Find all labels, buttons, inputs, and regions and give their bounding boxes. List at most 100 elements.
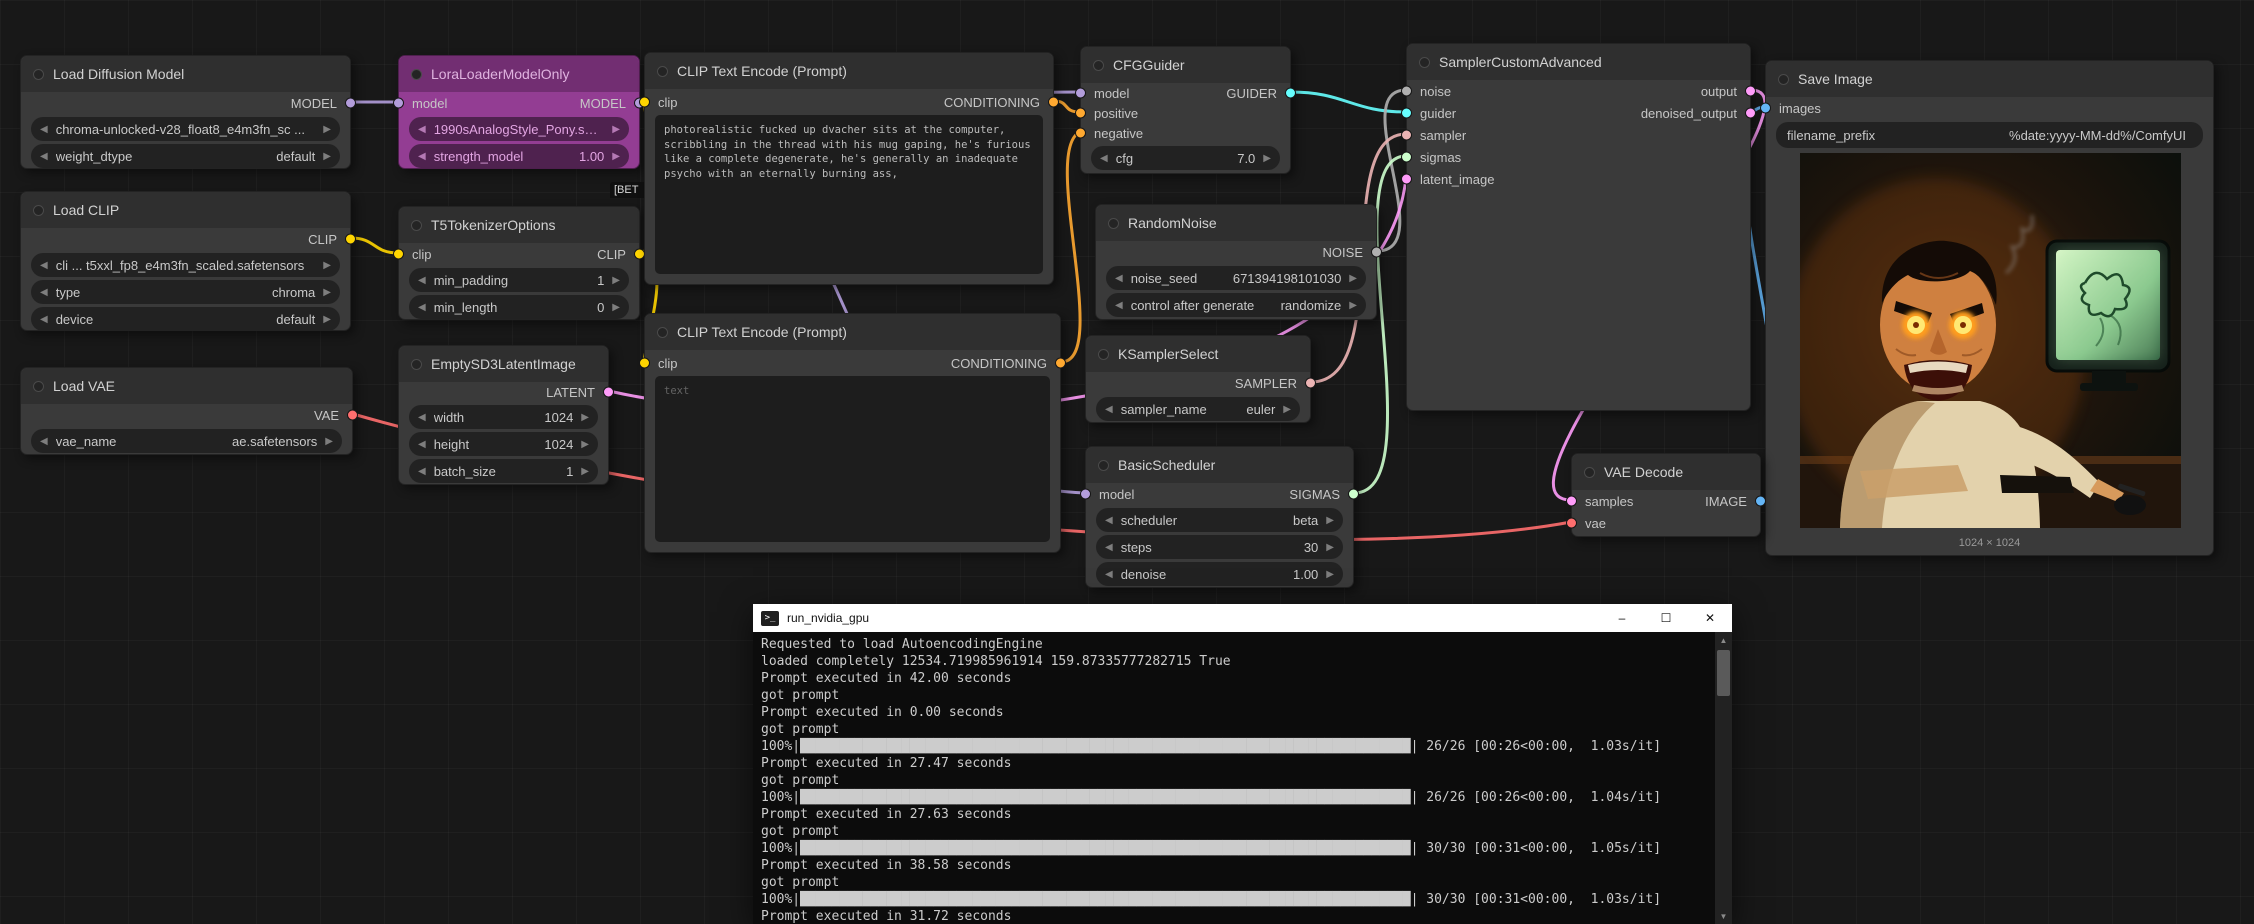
hidden-node-title-tag[interactable]: [BET [610,182,648,198]
scroll-down-icon[interactable]: ▼ [1715,908,1732,924]
prev-value-icon[interactable] [1105,404,1113,415]
prev-value-icon[interactable] [40,314,48,325]
input-port-noise[interactable] [1401,85,1412,97]
prev-value-icon[interactable] [40,436,48,447]
prev-value-icon[interactable] [418,412,426,423]
input-port-model[interactable] [1080,488,1091,500]
collapse-icon[interactable] [1584,466,1595,478]
node-title-bar[interactable]: SamplerCustomAdvanced [1407,44,1750,80]
node-title-bar[interactable]: CFGGuider [1081,47,1290,83]
widget-control-after-generate[interactable]: control after generate randomize [1106,293,1366,317]
widget-filename-prefix[interactable]: filename_prefix %date:yyyy-MM-dd%/ComfyUI [1776,122,2203,148]
prev-value-icon[interactable] [40,260,48,271]
output-port-model[interactable] [345,97,356,109]
prev-value-icon[interactable] [40,287,48,298]
node-title-bar[interactable]: Load VAE [21,368,352,404]
collapse-icon[interactable] [1108,217,1119,229]
prompt-textarea[interactable]: photorealistic fucked up dvacher sits at… [655,115,1043,274]
node-load-vae[interactable]: Load VAE VAE vae_name ae.safetensors [20,367,358,455]
node-sampler-custom-advanced[interactable]: SamplerCustomAdvanced noise output guide… [1401,43,1756,411]
node-load-clip[interactable]: Load CLIP CLIP cli ... t5xxl_fp8_e4m3fn_… [20,191,356,331]
prev-value-icon[interactable] [418,124,426,135]
next-value-icon[interactable] [323,287,331,298]
output-port-conditioning[interactable] [1055,357,1066,369]
next-value-icon[interactable] [1349,300,1357,311]
collapse-icon[interactable] [33,380,44,392]
widget-height[interactable]: height 1024 [409,432,598,456]
widget-clip-name[interactable]: cli ... t5xxl_fp8_e4m3fn_scaled.safetens… [31,253,340,277]
collapse-icon[interactable] [1098,348,1109,360]
collapse-icon[interactable] [33,68,44,80]
widget-strength-model[interactable]: strength_model 1.00 [409,144,629,168]
input-port-positive[interactable] [1075,107,1086,119]
collapse-icon[interactable] [1098,459,1109,471]
widget-min-padding[interactable]: min_padding 1 [409,268,629,292]
terminal-title-bar[interactable]: >_ run_nvidia_gpu – ☐ ✕ [753,604,1732,632]
node-save-image[interactable]: Save Image images filename_prefix %date:y… [1760,60,2214,556]
next-value-icon[interactable] [612,275,620,286]
collapse-icon[interactable] [411,68,422,80]
prev-value-icon[interactable] [40,124,48,135]
input-port-negative[interactable] [1075,127,1086,139]
node-title-bar[interactable]: Load Diffusion Model [21,56,350,92]
comfyui-canvas[interactable]: Load Diffusion Model MODEL chroma-unlock… [0,0,2254,924]
prev-value-icon[interactable] [418,151,426,162]
output-port-guider[interactable] [1285,87,1296,99]
next-value-icon[interactable] [325,436,333,447]
next-value-icon[interactable] [1326,569,1334,580]
collapse-icon[interactable] [1778,73,1789,85]
next-value-icon[interactable] [323,124,331,135]
node-load-diffusion-model[interactable]: Load Diffusion Model MODEL chroma-unlock… [20,55,356,169]
next-value-icon[interactable] [1263,153,1271,164]
widget-batch-size[interactable]: batch_size 1 [409,459,598,483]
widget-noise-seed[interactable]: noise_seed 671394198101030 [1106,266,1366,290]
output-port-denoised-output[interactable] [1745,107,1756,119]
node-title-bar[interactable]: VAE Decode [1572,454,1760,490]
input-port-images[interactable] [1760,102,1771,114]
terminal-window[interactable]: >_ run_nvidia_gpu – ☐ ✕ Requested to loa… [753,604,1732,924]
next-value-icon[interactable] [581,466,589,477]
node-clip-text-encode-negative[interactable]: CLIP Text Encode (Prompt) clip CONDITION… [639,313,1066,553]
widget-scheduler[interactable]: scheduler beta [1096,508,1343,532]
next-value-icon[interactable] [581,439,589,450]
next-value-icon[interactable] [612,151,620,162]
prev-value-icon[interactable] [418,275,426,286]
next-value-icon[interactable] [612,124,620,135]
widget-model-name[interactable]: chroma-unlocked-v28_float8_e4m3fn_sc ... [31,117,340,141]
node-cfg-guider[interactable]: CFGGuider model GUIDER positive negative… [1075,46,1296,174]
close-button[interactable]: ✕ [1688,604,1732,632]
input-port-clip[interactable] [393,248,404,260]
widget-cfg[interactable]: cfg 7.0 [1091,146,1280,170]
next-value-icon[interactable] [323,151,331,162]
next-value-icon[interactable] [323,260,331,271]
node-title-bar[interactable]: CLIP Text Encode (Prompt) [645,314,1060,350]
widget-width[interactable]: width 1024 [409,405,598,429]
maximize-button[interactable]: ☐ [1644,604,1688,632]
node-title-bar[interactable]: Save Image [1766,61,2213,97]
node-title-bar[interactable]: EmptySD3LatentImage [399,346,608,382]
input-port-latent-image[interactable] [1401,173,1412,185]
prev-value-icon[interactable] [1115,300,1123,311]
collapse-icon[interactable] [657,65,668,77]
node-title-bar[interactable]: T5TokenizerOptions [399,207,639,243]
prompt-textarea[interactable]: text [655,376,1050,542]
widget-type[interactable]: type chroma [31,280,340,304]
node-ksampler-select[interactable]: KSamplerSelect SAMPLER sampler_name euler [1085,335,1316,423]
terminal-scrollbar[interactable]: ▲ ▼ [1715,632,1732,924]
node-title-bar[interactable]: BasicScheduler [1086,447,1353,483]
node-title-bar[interactable]: RandomNoise [1096,205,1376,241]
output-port-conditioning[interactable] [1048,96,1059,108]
prev-value-icon[interactable] [1115,273,1123,284]
widget-sampler-name[interactable]: sampler_name euler [1096,397,1300,421]
next-value-icon[interactable] [1349,273,1357,284]
next-value-icon[interactable] [1326,542,1334,553]
node-random-noise[interactable]: RandomNoise NOISE noise_seed 671394198101… [1095,204,1382,320]
widget-device[interactable]: device default [31,307,340,331]
output-port-sampler[interactable] [1305,377,1316,389]
output-port-noise[interactable] [1371,246,1382,258]
node-t5-tokenizer-options[interactable]: T5TokenizerOptions clip CLIP min_padding… [393,206,645,320]
collapse-icon[interactable] [657,326,668,338]
node-lora-loader-model-only[interactable]: LoraLoaderModelOnly model MODEL 1990sAna… [393,55,645,169]
widget-denoise[interactable]: denoise 1.00 [1096,562,1343,586]
input-port-sampler[interactable] [1401,129,1412,141]
